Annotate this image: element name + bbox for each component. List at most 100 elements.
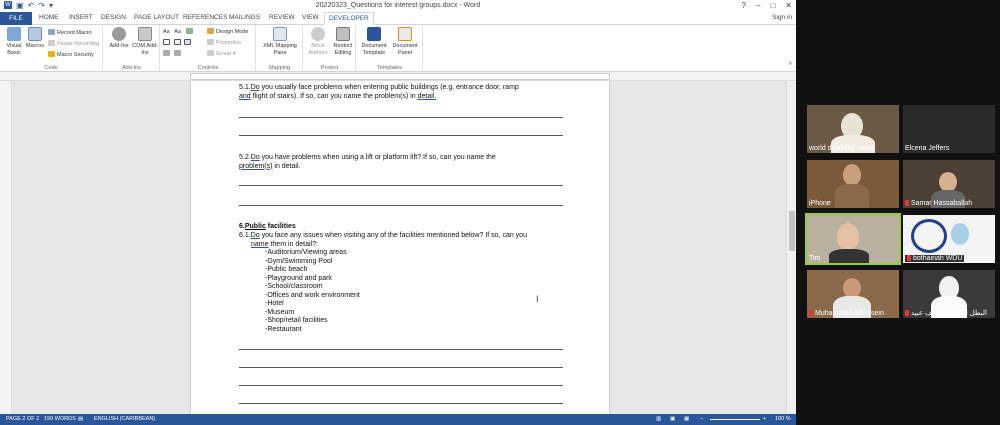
design-mode-button[interactable]: Design Mode [207, 28, 248, 35]
tab-home[interactable]: HOME [39, 14, 59, 21]
lock-icon [336, 27, 350, 41]
zoom-slider[interactable] [710, 419, 760, 420]
participant-name: iPhone [809, 200, 831, 207]
participant-name: Samar Hassaballah [905, 200, 972, 207]
participant-tile[interactable]: iPhone [807, 160, 899, 208]
document-panel-button[interactable]: Document Panel [390, 27, 420, 56]
checkbox-controls-row[interactable] [163, 39, 193, 46]
pause-recording-button[interactable]: Pause Recording [48, 40, 99, 47]
word-count[interactable]: 190 WORDS [44, 416, 76, 422]
scrollbar-thumb[interactable] [789, 211, 795, 251]
answer-line [239, 349, 563, 350]
tab-review[interactable]: REVIEW [269, 14, 295, 21]
tab-page-layout[interactable]: PAGE LAYOUT [134, 14, 179, 21]
tab-design[interactable]: DESIGN [101, 14, 126, 21]
ribbon-group-mapping: XML Mapping Pane Mapping [257, 25, 303, 72]
building-block-control-icon[interactable] [163, 50, 170, 56]
properties-button[interactable]: Properties [207, 39, 241, 46]
answer-line [239, 385, 563, 386]
participant-tile[interactable]: bothainah WDU [903, 215, 995, 263]
group-label-add-ins: Add-Ins [122, 65, 141, 71]
record-macro-button[interactable]: Record Macro [48, 29, 92, 36]
zoom-out-icon[interactable]: – [700, 416, 703, 422]
tab-view[interactable]: VIEW [302, 14, 319, 21]
muted-mic-icon [809, 310, 813, 316]
proofing-icon[interactable]: ▤ [78, 416, 83, 422]
minimize-icon[interactable]: – [756, 1, 760, 10]
block-authors-button[interactable]: Block Authors [305, 27, 331, 56]
window-controls: ? – □ ✕ [742, 1, 792, 10]
answer-line [239, 185, 563, 186]
vertical-scrollbar[interactable] [786, 81, 796, 414]
participant-video-body [835, 184, 869, 208]
ruler-track [190, 73, 610, 80]
question-6-1: 6.1.Do you face any issues when visiting… [239, 232, 527, 248]
document-page[interactable]: 5.1.Do you usually face problems when en… [190, 81, 610, 414]
tab-developer[interactable]: DEVELOPER [324, 12, 374, 25]
tab-insert[interactable]: INSERT [69, 14, 93, 21]
web-layout-icon[interactable]: ▦ [684, 416, 689, 422]
ribbon-group-protect: Block Authors Restrict Editing Protect [304, 25, 356, 72]
help-icon[interactable]: ? [742, 1, 746, 10]
participant-tile[interactable]: world disability union [807, 105, 899, 153]
combo-box-control-icon[interactable] [173, 39, 181, 45]
participant-tile[interactable]: Elcena Jeffers [903, 105, 995, 153]
text-cursor-icon: I [536, 294, 539, 304]
participant-video [843, 164, 861, 186]
participant-name: Tim [809, 255, 821, 262]
restrict-editing-button[interactable]: Restrict Editing [330, 27, 356, 56]
document-template-button[interactable]: Document Template [359, 27, 389, 56]
horizontal-ruler[interactable] [0, 72, 796, 81]
collapse-ribbon-icon[interactable]: ^ [789, 62, 792, 69]
tab-mailings[interactable]: MAILINGS [229, 14, 260, 21]
rich-text-control-icon[interactable]: Aa [163, 29, 170, 35]
question-5-2: 5.2.Do you have problems when using a li… [239, 154, 496, 170]
list-item: -Hotel [265, 300, 284, 307]
participant-tile[interactable]: Muhammad Alhussein [807, 270, 899, 318]
text-controls-row[interactable]: Aa Aa [163, 28, 195, 35]
participant-name: البطل الأولمبي نصيف عبيد [905, 309, 987, 317]
title-bar: W ▣ ↶ ↷ ▾ 20220323_Questions for interes… [0, 0, 796, 12]
pause-icon [48, 40, 55, 46]
legacy-controls-row[interactable] [163, 50, 183, 57]
macros-button[interactable]: Macros [22, 27, 48, 50]
participant-tile[interactable]: البطل الأولمبي نصيف عبيد [903, 270, 995, 318]
group-button[interactable]: Group ▾ [207, 50, 236, 57]
xml-mapping-pane-button[interactable]: XML Mapping Pane [260, 27, 300, 56]
com-add-ins-icon [138, 27, 152, 41]
close-icon[interactable]: ✕ [785, 1, 792, 10]
add-ins-button[interactable]: Add-Ins [106, 27, 132, 50]
muted-mic-icon [907, 255, 911, 261]
language-indicator[interactable]: ENGLISH (CARIBBEAN) [94, 416, 155, 422]
checkbox-control-icon[interactable] [163, 39, 170, 45]
window-title: 20220323_Questions for interest groups.d… [315, 2, 481, 9]
macro-security-button[interactable]: Macro Security [48, 51, 94, 58]
participant-tile[interactable]: Samar Hassaballah [903, 160, 995, 208]
page-count[interactable]: PAGE 2 OF 2 [6, 416, 39, 422]
tab-file[interactable]: FILE [0, 12, 32, 25]
maximize-icon[interactable]: □ [770, 1, 775, 10]
warning-icon [48, 51, 55, 57]
participant-tile-active-speaker[interactable]: Tim [805, 213, 901, 265]
com-add-ins-button[interactable]: COM Add-Ins [132, 27, 158, 56]
picture-control-icon[interactable] [185, 28, 193, 34]
date-picker-control-icon[interactable] [184, 39, 192, 45]
vertical-ruler[interactable] [0, 81, 12, 414]
legacy-tools-icon[interactable] [173, 50, 181, 56]
plain-text-control-icon[interactable]: Aa [174, 29, 181, 35]
answer-line [239, 135, 563, 136]
group-icon [207, 50, 214, 56]
zoom-level[interactable]: 100 % [775, 416, 791, 422]
participant-video-body [829, 249, 869, 263]
tab-references[interactable]: REFERENCES [183, 14, 227, 21]
zoom-in-icon[interactable]: + [763, 416, 766, 422]
sign-in-link[interactable]: Sign in [772, 14, 792, 21]
muted-mic-icon [905, 200, 909, 206]
ribbon-group-add-ins: Add-Ins COM Add-Ins Add-Ins [104, 25, 160, 72]
read-mode-icon[interactable]: ▥ [656, 416, 661, 422]
participant-video [837, 223, 859, 251]
participant-name: Muhammad Alhussein [809, 310, 884, 317]
word-window: W ▣ ↶ ↷ ▾ 20220323_Questions for interes… [0, 0, 796, 425]
group-label-controls: Controls [197, 65, 219, 71]
print-layout-icon[interactable]: ▣ [670, 416, 675, 422]
